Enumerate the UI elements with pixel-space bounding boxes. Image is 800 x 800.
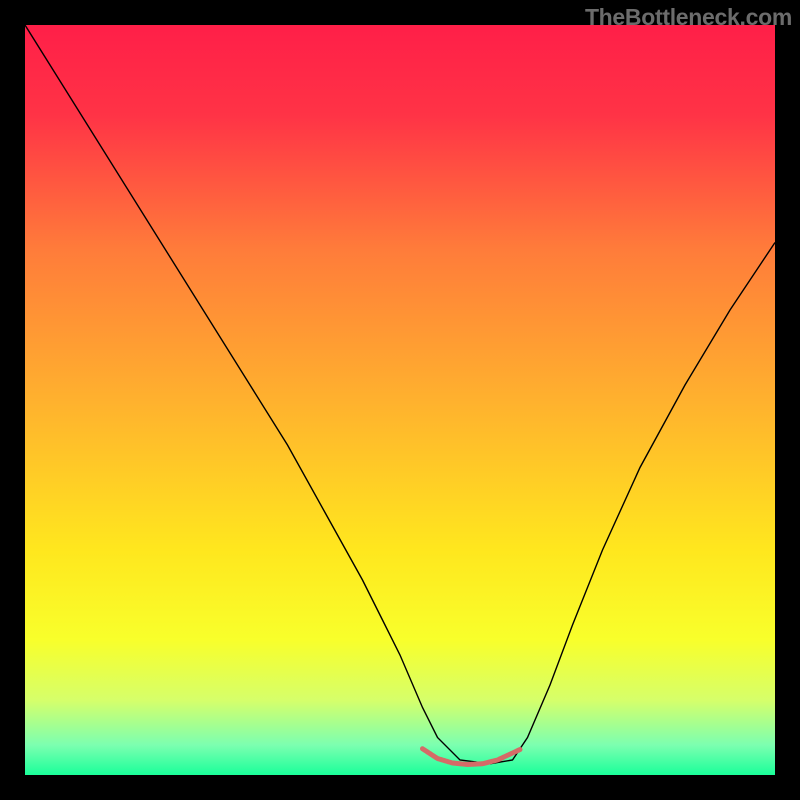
chart-frame: TheBottleneck.com [0,0,800,800]
curve-layer [25,25,775,775]
bottleneck-curve [25,25,775,764]
plot-area [25,25,775,775]
optimal-band [423,749,521,765]
